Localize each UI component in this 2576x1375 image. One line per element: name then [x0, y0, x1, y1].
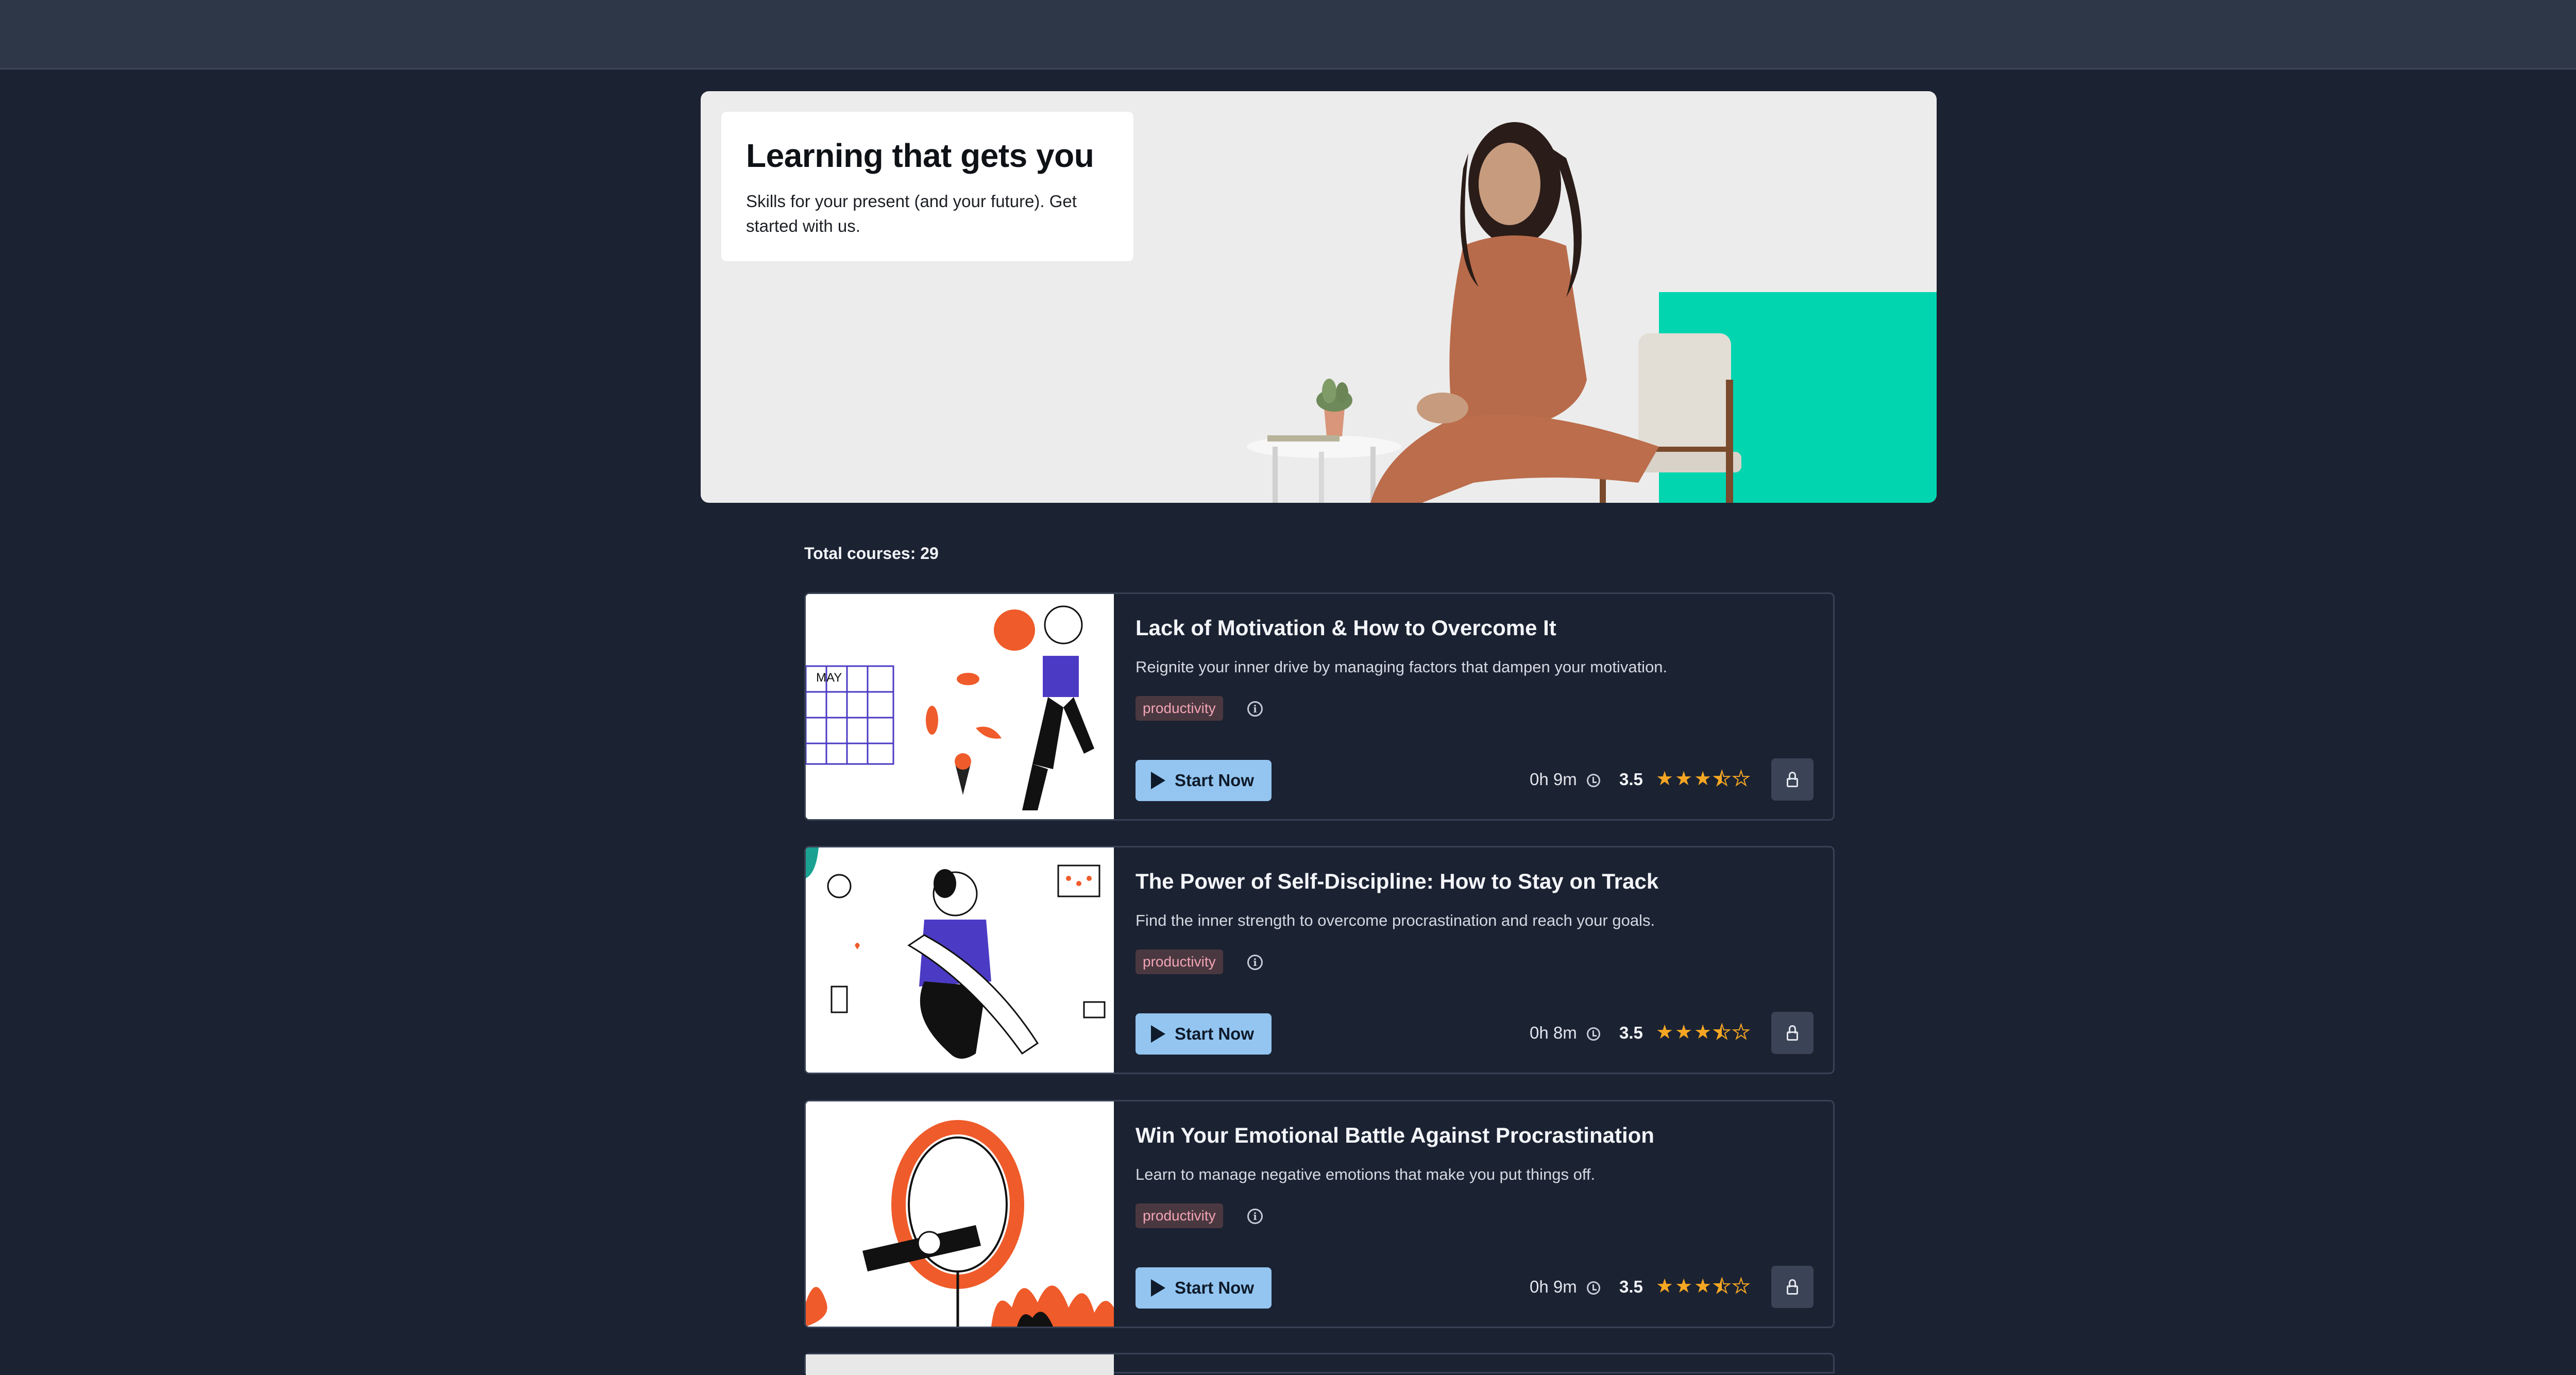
star-empty-icon: ★: [1732, 1021, 1750, 1043]
course-thumbnail: MAY: [806, 594, 1114, 819]
clock-icon: [1587, 774, 1600, 787]
star-full-icon: ★: [1694, 1275, 1712, 1297]
course-rating: 3.5: [1619, 770, 1643, 789]
star-full-icon: ★: [1656, 1021, 1674, 1043]
total-courses-label: Total courses: 29: [804, 544, 939, 563]
course-thumbnail: [806, 1101, 1114, 1327]
course-tag: productivity: [1136, 696, 1223, 721]
start-now-button[interactable]: Start Now: [1136, 1267, 1272, 1309]
hero-text-card: Learning that gets you Skills for your p…: [721, 112, 1133, 261]
star-half-icon: ★: [1713, 1021, 1731, 1043]
rating-stars: ★ ★ ★ ★ ★: [1656, 1275, 1750, 1297]
course-card-partial[interactable]: [804, 1353, 1835, 1375]
hero-subtitle: Skills for your present (and your future…: [746, 192, 1077, 235]
star-full-icon: ★: [1694, 1021, 1712, 1043]
star-half-icon: ★: [1713, 767, 1731, 790]
course-thumbnail: [806, 847, 1114, 1073]
course-description: Reignite your inner drive by managing fa…: [1136, 658, 1668, 676]
course-card[interactable]: The Power of Self-Discipline: How to Sta…: [804, 846, 1835, 1074]
course-title[interactable]: Win Your Emotional Battle Against Procra…: [1136, 1123, 1654, 1148]
lock-button[interactable]: [1771, 758, 1814, 801]
star-full-icon: ★: [1656, 1275, 1674, 1297]
play-icon: [1151, 772, 1165, 789]
start-now-button[interactable]: Start Now: [1136, 1013, 1272, 1055]
course-tag: productivity: [1136, 1203, 1223, 1228]
rating-stars: ★ ★ ★ ★ ★: [1656, 1021, 1750, 1043]
star-full-icon: ★: [1694, 767, 1712, 790]
star-half-icon: ★: [1713, 1275, 1731, 1297]
start-now-button[interactable]: Start Now: [1136, 760, 1272, 801]
start-now-label: Start Now: [1175, 1024, 1255, 1043]
star-empty-icon: ★: [1732, 1275, 1750, 1297]
star-full-icon: ★: [1675, 1021, 1693, 1043]
course-title[interactable]: The Power of Self-Discipline: How to Sta…: [1136, 869, 1658, 894]
course-duration: 0h 8m: [1530, 1023, 1577, 1042]
start-now-label: Start Now: [1175, 771, 1255, 790]
clock-icon: [1587, 1281, 1600, 1295]
star-empty-icon: ★: [1732, 767, 1750, 790]
hero-title: Learning that gets you: [746, 137, 1094, 174]
info-icon[interactable]: i: [1247, 955, 1263, 970]
course-rating: 3.5: [1619, 1023, 1643, 1042]
lock-button[interactable]: [1771, 1012, 1814, 1054]
start-now-label: Start Now: [1175, 1278, 1255, 1297]
course-rating: 3.5: [1619, 1277, 1643, 1296]
info-icon[interactable]: i: [1247, 1209, 1263, 1224]
course-description: Find the inner strength to overcome proc…: [1136, 911, 1655, 929]
course-description: Learn to manage negative emotions that m…: [1136, 1165, 1596, 1183]
play-icon: [1151, 1025, 1165, 1043]
star-full-icon: ★: [1675, 767, 1693, 790]
top-navbar: [0, 0, 2576, 70]
play-icon: [1151, 1279, 1165, 1297]
star-full-icon: ★: [1675, 1275, 1693, 1297]
course-title[interactable]: Lack of Motivation & How to Overcome It: [1136, 616, 1556, 640]
course-card[interactable]: Win Your Emotional Battle Against Procra…: [804, 1100, 1835, 1328]
course-thumbnail: [806, 1354, 1114, 1375]
clock-icon: [1587, 1027, 1600, 1041]
course-card[interactable]: MAY Lack of Motivation & How to Overcome…: [804, 592, 1835, 821]
course-duration: 0h 9m: [1530, 770, 1577, 789]
info-icon[interactable]: i: [1247, 701, 1263, 717]
rating-stars: ★ ★ ★ ★ ★: [1656, 767, 1750, 790]
lock-button[interactable]: [1771, 1266, 1814, 1308]
course-tag: productivity: [1136, 949, 1223, 974]
star-full-icon: ★: [1656, 767, 1674, 790]
hero-banner: Learning that gets you Skills for your p…: [701, 91, 1937, 503]
course-duration: 0h 9m: [1530, 1277, 1577, 1296]
svg-text:MAY: MAY: [816, 671, 842, 685]
